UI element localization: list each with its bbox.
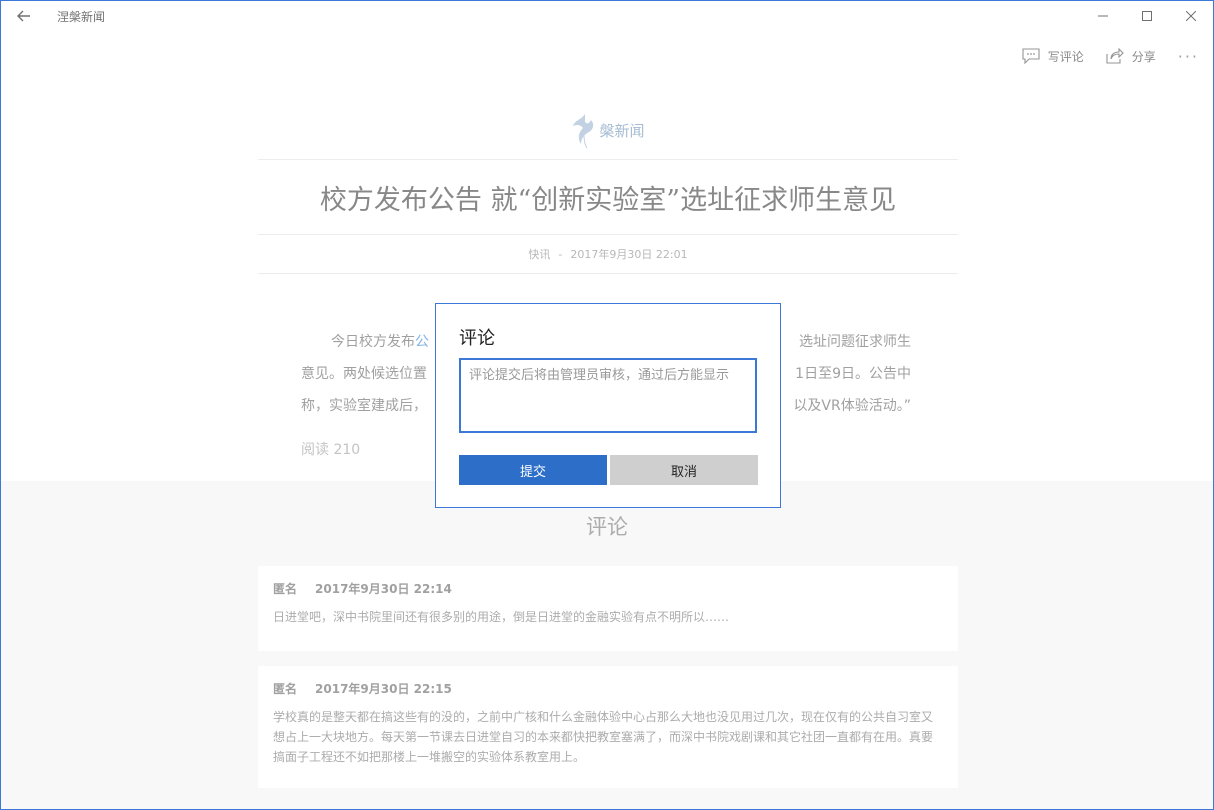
dialog-title: 评论: [459, 328, 495, 349]
comment-input[interactable]: [459, 358, 757, 433]
cancel-button[interactable]: 取消: [610, 455, 758, 485]
app-window: 涅槃新闻 写评论 分享 ··· 槃新闻 校方发布公告 就“创新实验室”选址征求师…: [0, 0, 1214, 810]
submit-button[interactable]: 提交: [459, 455, 607, 485]
comment-dialog: 评论 提交 取消: [435, 303, 781, 508]
